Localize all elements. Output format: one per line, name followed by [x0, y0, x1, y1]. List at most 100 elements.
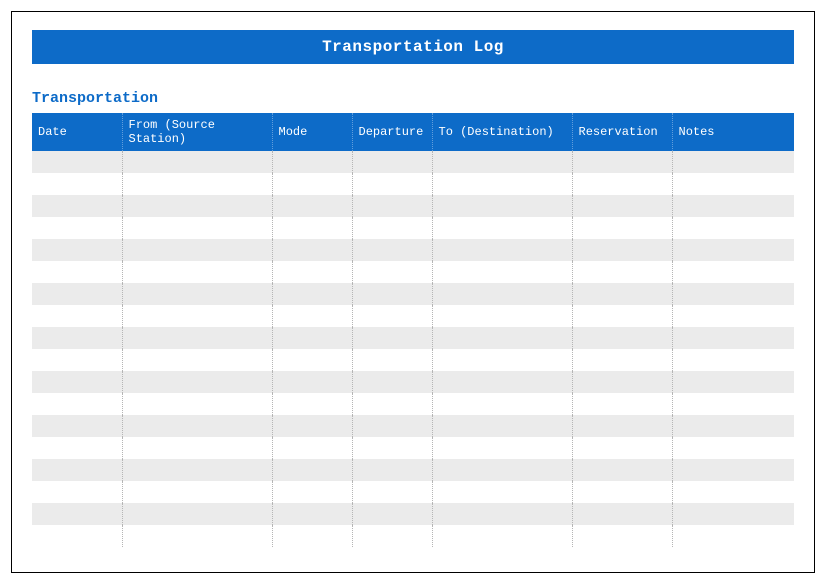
cell-from[interactable] — [122, 415, 272, 437]
cell-to[interactable] — [432, 481, 572, 503]
cell-departure[interactable] — [352, 217, 432, 239]
cell-notes[interactable] — [672, 261, 794, 283]
cell-to[interactable] — [432, 261, 572, 283]
cell-date[interactable] — [32, 327, 122, 349]
cell-departure[interactable] — [352, 349, 432, 371]
cell-notes[interactable] — [672, 327, 794, 349]
cell-date[interactable] — [32, 459, 122, 481]
cell-departure[interactable] — [352, 459, 432, 481]
cell-to[interactable] — [432, 239, 572, 261]
cell-to[interactable] — [432, 393, 572, 415]
cell-departure[interactable] — [352, 503, 432, 525]
cell-from[interactable] — [122, 283, 272, 305]
cell-notes[interactable] — [672, 371, 794, 393]
cell-departure[interactable] — [352, 239, 432, 261]
cell-notes[interactable] — [672, 459, 794, 481]
cell-notes[interactable] — [672, 415, 794, 437]
cell-departure[interactable] — [352, 261, 432, 283]
cell-departure[interactable] — [352, 283, 432, 305]
cell-reservation[interactable] — [572, 349, 672, 371]
cell-from[interactable] — [122, 173, 272, 195]
cell-reservation[interactable] — [572, 239, 672, 261]
cell-date[interactable] — [32, 151, 122, 173]
cell-to[interactable] — [432, 503, 572, 525]
cell-date[interactable] — [32, 503, 122, 525]
cell-departure[interactable] — [352, 415, 432, 437]
cell-to[interactable] — [432, 459, 572, 481]
cell-from[interactable] — [122, 239, 272, 261]
cell-mode[interactable] — [272, 151, 352, 173]
cell-reservation[interactable] — [572, 327, 672, 349]
cell-mode[interactable] — [272, 349, 352, 371]
cell-mode[interactable] — [272, 283, 352, 305]
cell-departure[interactable] — [352, 525, 432, 547]
cell-to[interactable] — [432, 283, 572, 305]
cell-mode[interactable] — [272, 195, 352, 217]
cell-mode[interactable] — [272, 525, 352, 547]
cell-reservation[interactable] — [572, 305, 672, 327]
cell-mode[interactable] — [272, 481, 352, 503]
cell-reservation[interactable] — [572, 173, 672, 195]
cell-from[interactable] — [122, 195, 272, 217]
cell-mode[interactable] — [272, 327, 352, 349]
cell-to[interactable] — [432, 525, 572, 547]
cell-from[interactable] — [122, 217, 272, 239]
cell-notes[interactable] — [672, 305, 794, 327]
cell-mode[interactable] — [272, 437, 352, 459]
cell-departure[interactable] — [352, 195, 432, 217]
cell-to[interactable] — [432, 305, 572, 327]
cell-mode[interactable] — [272, 393, 352, 415]
cell-mode[interactable] — [272, 371, 352, 393]
cell-notes[interactable] — [672, 525, 794, 547]
cell-reservation[interactable] — [572, 415, 672, 437]
cell-to[interactable] — [432, 173, 572, 195]
cell-departure[interactable] — [352, 327, 432, 349]
cell-notes[interactable] — [672, 217, 794, 239]
cell-from[interactable] — [122, 349, 272, 371]
cell-departure[interactable] — [352, 305, 432, 327]
cell-reservation[interactable] — [572, 481, 672, 503]
cell-date[interactable] — [32, 481, 122, 503]
cell-date[interactable] — [32, 349, 122, 371]
cell-to[interactable] — [432, 415, 572, 437]
cell-notes[interactable] — [672, 481, 794, 503]
cell-reservation[interactable] — [572, 195, 672, 217]
cell-notes[interactable] — [672, 239, 794, 261]
cell-date[interactable] — [32, 525, 122, 547]
cell-mode[interactable] — [272, 459, 352, 481]
cell-notes[interactable] — [672, 503, 794, 525]
cell-reservation[interactable] — [572, 283, 672, 305]
cell-notes[interactable] — [672, 283, 794, 305]
cell-mode[interactable] — [272, 415, 352, 437]
cell-date[interactable] — [32, 217, 122, 239]
cell-reservation[interactable] — [572, 151, 672, 173]
cell-from[interactable] — [122, 151, 272, 173]
cell-mode[interactable] — [272, 217, 352, 239]
cell-reservation[interactable] — [572, 261, 672, 283]
cell-date[interactable] — [32, 173, 122, 195]
cell-notes[interactable] — [672, 195, 794, 217]
cell-reservation[interactable] — [572, 217, 672, 239]
cell-notes[interactable] — [672, 151, 794, 173]
cell-departure[interactable] — [352, 437, 432, 459]
cell-mode[interactable] — [272, 239, 352, 261]
cell-to[interactable] — [432, 371, 572, 393]
cell-mode[interactable] — [272, 503, 352, 525]
cell-to[interactable] — [432, 151, 572, 173]
cell-from[interactable] — [122, 525, 272, 547]
cell-to[interactable] — [432, 437, 572, 459]
cell-reservation[interactable] — [572, 503, 672, 525]
cell-reservation[interactable] — [572, 371, 672, 393]
cell-notes[interactable] — [672, 349, 794, 371]
cell-date[interactable] — [32, 261, 122, 283]
cell-notes[interactable] — [672, 437, 794, 459]
cell-from[interactable] — [122, 327, 272, 349]
cell-to[interactable] — [432, 327, 572, 349]
cell-date[interactable] — [32, 371, 122, 393]
cell-date[interactable] — [32, 283, 122, 305]
cell-from[interactable] — [122, 459, 272, 481]
cell-to[interactable] — [432, 349, 572, 371]
cell-mode[interactable] — [272, 261, 352, 283]
cell-from[interactable] — [122, 481, 272, 503]
cell-date[interactable] — [32, 305, 122, 327]
